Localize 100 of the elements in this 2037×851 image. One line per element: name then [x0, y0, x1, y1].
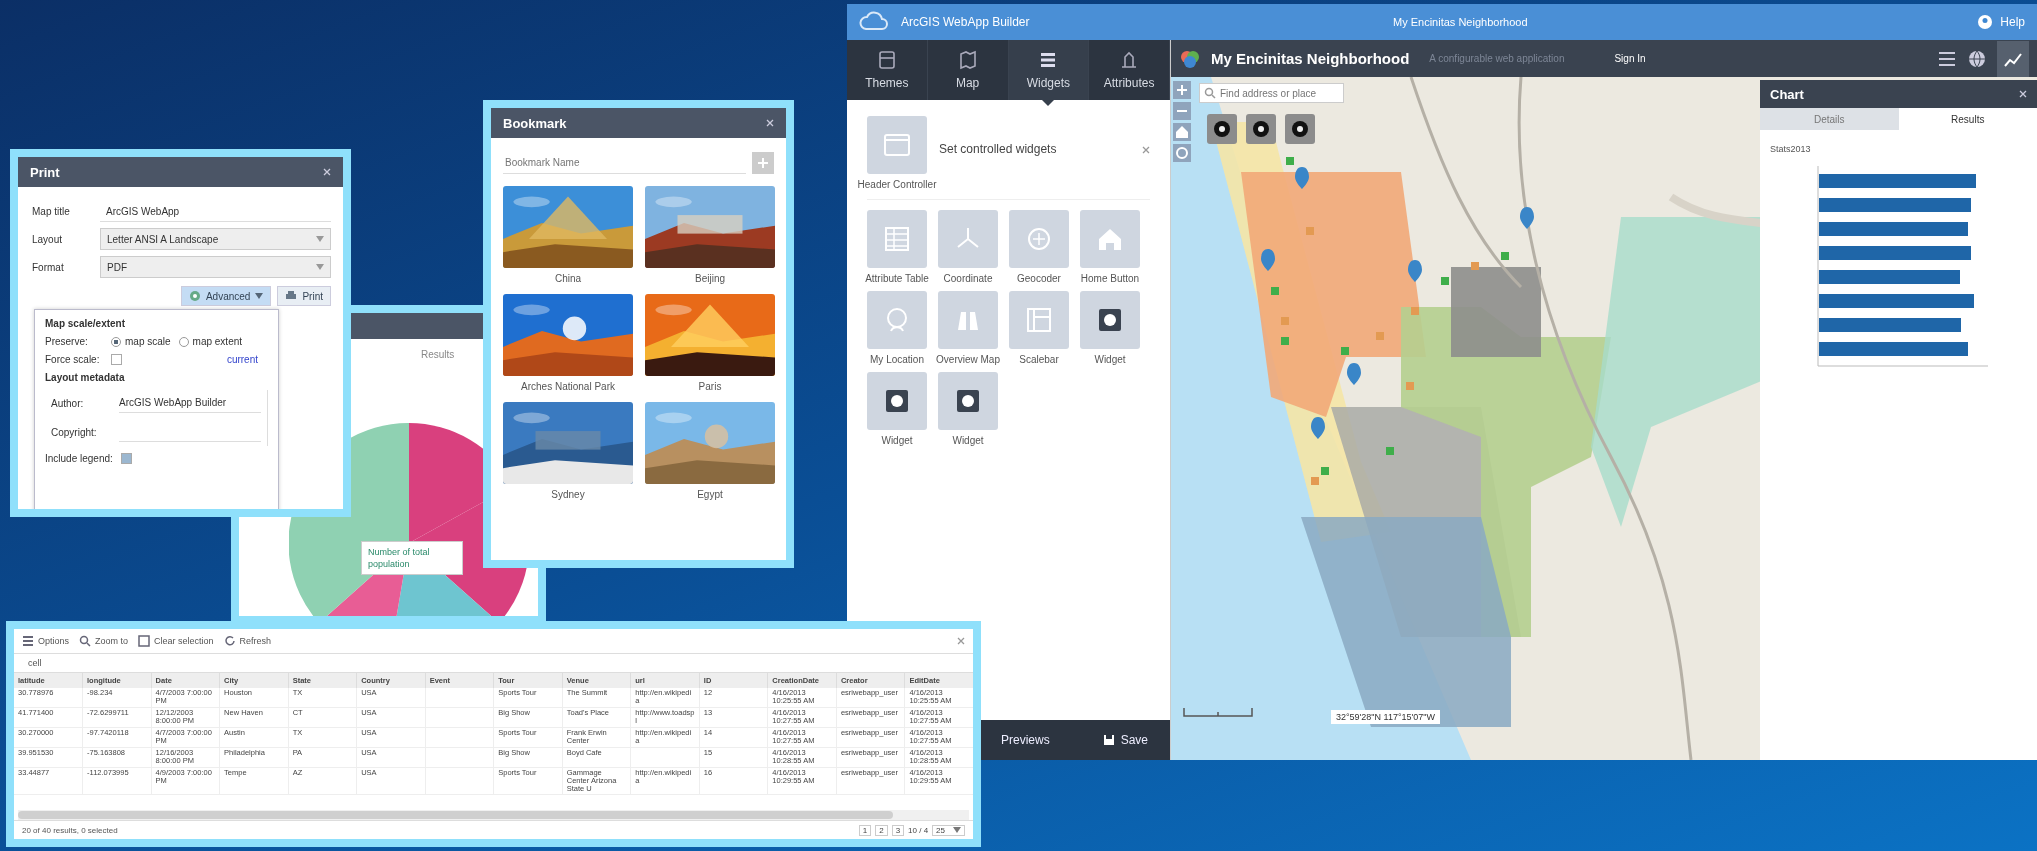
widget-tile[interactable]	[867, 372, 927, 430]
save-icon	[1102, 734, 1115, 746]
widget-tile[interactable]	[867, 291, 927, 349]
field-label: Format	[32, 261, 65, 273]
map-icon	[957, 50, 978, 70]
widget-tile[interactable]	[1009, 210, 1069, 268]
widget-label: Geocoder	[1017, 273, 1061, 285]
widget-label: My Location	[870, 354, 924, 366]
page-button[interactable]: 2	[875, 824, 888, 836]
refresh-icon	[223, 635, 236, 647]
field-label: Author:	[51, 398, 85, 409]
widget-label: Widget	[1094, 354, 1126, 366]
page-info: 10 / 4	[908, 825, 929, 835]
bookmark-label[interactable]: Beijing	[695, 273, 725, 284]
print-button[interactable]: Print	[277, 286, 331, 306]
panel-tab[interactable]: Details	[1760, 108, 1899, 130]
search-icon	[1204, 87, 1216, 99]
widget-icon	[1252, 120, 1270, 138]
widget-tile[interactable]	[938, 210, 998, 268]
scrollbar[interactable]	[18, 810, 969, 820]
locate-icon[interactable]	[1175, 146, 1189, 160]
search-icon	[79, 635, 92, 647]
widget-tile[interactable]	[1080, 210, 1140, 268]
sign-in-link[interactable]: Sign In	[1614, 53, 1646, 64]
widget-tile[interactable]	[1009, 291, 1069, 349]
series-label: Stats2013	[1770, 144, 1812, 154]
select-field[interactable]: Letter ANSI A Landscape	[100, 228, 331, 250]
close-icon[interactable]	[323, 168, 331, 176]
window-title: Bookmark	[503, 115, 567, 131]
menu-icon	[22, 635, 34, 647]
app-title: My Encinitas Neighborhood	[1211, 50, 1410, 67]
widget-label: Overview Map	[936, 354, 1000, 366]
bookmark-label[interactable]: Paris	[698, 381, 722, 392]
home-icon[interactable]	[1175, 125, 1189, 139]
page-button[interactable]: 1	[858, 824, 872, 836]
close-icon[interactable]	[957, 637, 965, 645]
status-text: 20 of 40 results, 0 selected	[22, 825, 118, 835]
field-label: Copyright:	[51, 427, 98, 438]
scale-bar-icon	[1183, 706, 1253, 718]
preview-button[interactable]: Previews	[997, 729, 1054, 751]
caret-icon	[316, 264, 324, 270]
coordinates-label: 32°59'28"N 117°15'07"W	[1331, 710, 1440, 724]
field-label: Force scale:	[45, 354, 101, 365]
toolbar-button[interactable]: Zoom to	[79, 635, 129, 647]
checkbox[interactable]	[111, 354, 122, 365]
globe-icon[interactable]	[1967, 48, 1987, 69]
widget-button[interactable]	[1207, 114, 1237, 144]
widget-tile[interactable]	[938, 291, 998, 349]
widget-tile[interactable]	[938, 372, 998, 430]
cloud-logo-icon	[859, 11, 889, 33]
printer-icon	[285, 290, 298, 302]
current-link[interactable]: current	[226, 354, 258, 365]
toolbar-button[interactable]: Refresh	[223, 635, 272, 647]
widget-label: Scalebar	[1019, 354, 1059, 366]
input-field[interactable]: ArcGIS WebApp	[100, 201, 331, 222]
widget-button[interactable]	[1246, 114, 1276, 144]
window-title: ArcGIS WebApp Builder	[901, 15, 1031, 29]
themes-icon	[876, 50, 897, 70]
toolbar-button[interactable]: Clear selection	[138, 635, 214, 647]
toolbar-button[interactable]: Options	[22, 635, 70, 647]
app-name: My Encinitas Neighborhood	[1393, 16, 1528, 28]
radio-option[interactable]: map extent	[178, 336, 243, 347]
zoom-in-icon[interactable]	[1175, 83, 1189, 97]
chart-button[interactable]	[1997, 40, 2029, 77]
radio-option[interactable]: map scale	[111, 336, 171, 347]
page-size-select[interactable]: 25	[932, 824, 965, 836]
bookmark-label[interactable]: Arches National Park	[521, 381, 615, 392]
bookmark-label[interactable]: China	[554, 273, 582, 284]
widget-button[interactable]	[1285, 114, 1315, 144]
bookmark-label[interactable]: Sydney	[551, 489, 585, 500]
save-button[interactable]: Save	[1098, 729, 1152, 751]
widget-tile[interactable]	[867, 210, 927, 268]
table-icon	[882, 224, 912, 254]
widget-label: Header Controller	[857, 179, 937, 191]
input-field[interactable]: ArcGIS WebApp Builder	[119, 394, 261, 413]
add-button[interactable]	[752, 152, 774, 174]
gear-icon	[188, 290, 201, 302]
user-icon[interactable]	[1978, 15, 1993, 29]
field-label: Map title	[32, 206, 71, 217]
search-field[interactable]: Find address or place	[1199, 83, 1344, 103]
panel-title: Chart	[1770, 86, 1804, 102]
window-title: Print	[30, 164, 60, 180]
caret-icon	[316, 236, 324, 242]
header-controller-tile[interactable]	[867, 116, 927, 174]
close-icon[interactable]	[766, 119, 774, 127]
caret-icon	[953, 827, 961, 833]
checkbox[interactable]	[120, 453, 132, 464]
section-heading: Layout metadata	[45, 372, 126, 383]
advanced-button[interactable]: Advanced	[180, 286, 272, 306]
select-field[interactable]: PDF	[100, 256, 331, 278]
field-label: Layout	[32, 233, 64, 245]
close-icon[interactable]	[2019, 90, 2027, 98]
close-icon[interactable]	[1142, 146, 1150, 154]
widget-icon	[1291, 120, 1309, 138]
section-heading: Map scale/extent	[45, 318, 127, 329]
bookmark-label[interactable]: Egypt	[697, 489, 723, 500]
page-button[interactable]: 3	[891, 824, 905, 836]
chart-tab[interactable]: Results	[421, 349, 455, 360]
square-icon	[138, 635, 151, 647]
widget-tile[interactable]	[1080, 291, 1140, 349]
